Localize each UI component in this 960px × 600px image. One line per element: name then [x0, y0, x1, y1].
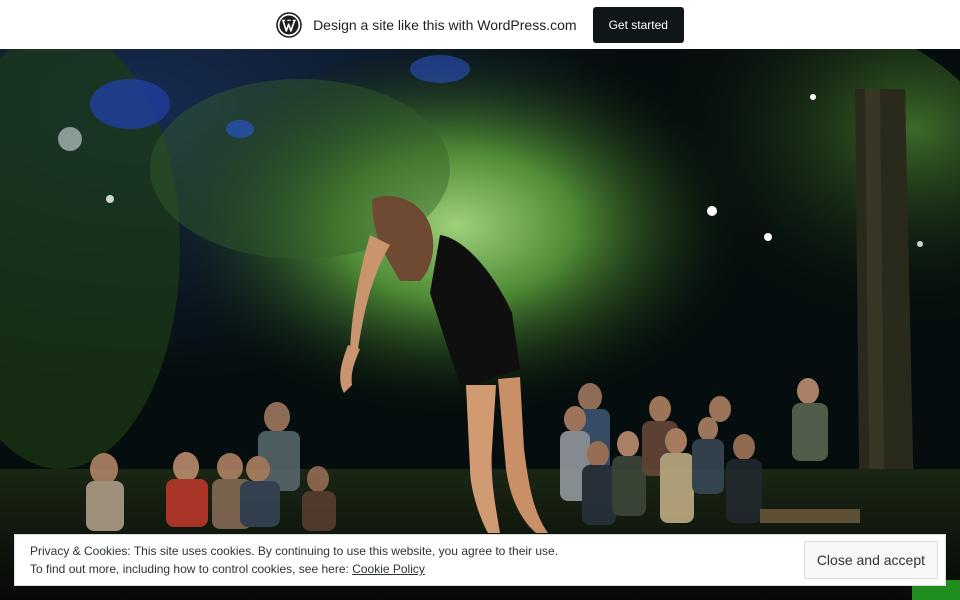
close-and-accept-button[interactable]: Close and accept — [803, 541, 938, 579]
hero-image — [0, 49, 960, 600]
cookie-banner: Privacy & Cookies: This site uses cookie… — [14, 534, 946, 586]
cookie-policy-link[interactable]: Cookie Policy — [352, 562, 425, 576]
dancer-photo — [0, 49, 960, 600]
banner-text: Design a site like this with WordPress.c… — [313, 16, 577, 33]
cookie-line-1: Privacy & Cookies: This site uses cookie… — [30, 544, 559, 558]
cookie-notice-text: Privacy & Cookies: This site uses cookie… — [30, 542, 558, 578]
wordpress-logo-icon[interactable] — [276, 11, 302, 38]
cookie-line-2: To find out more, including how to contr… — [30, 560, 558, 578]
cookie-line-2-prefix: To find out more, including how to contr… — [30, 562, 353, 576]
wordpress-banner: Design a site like this with WordPress.c… — [0, 0, 960, 49]
get-started-button[interactable]: Get started — [592, 6, 684, 43]
